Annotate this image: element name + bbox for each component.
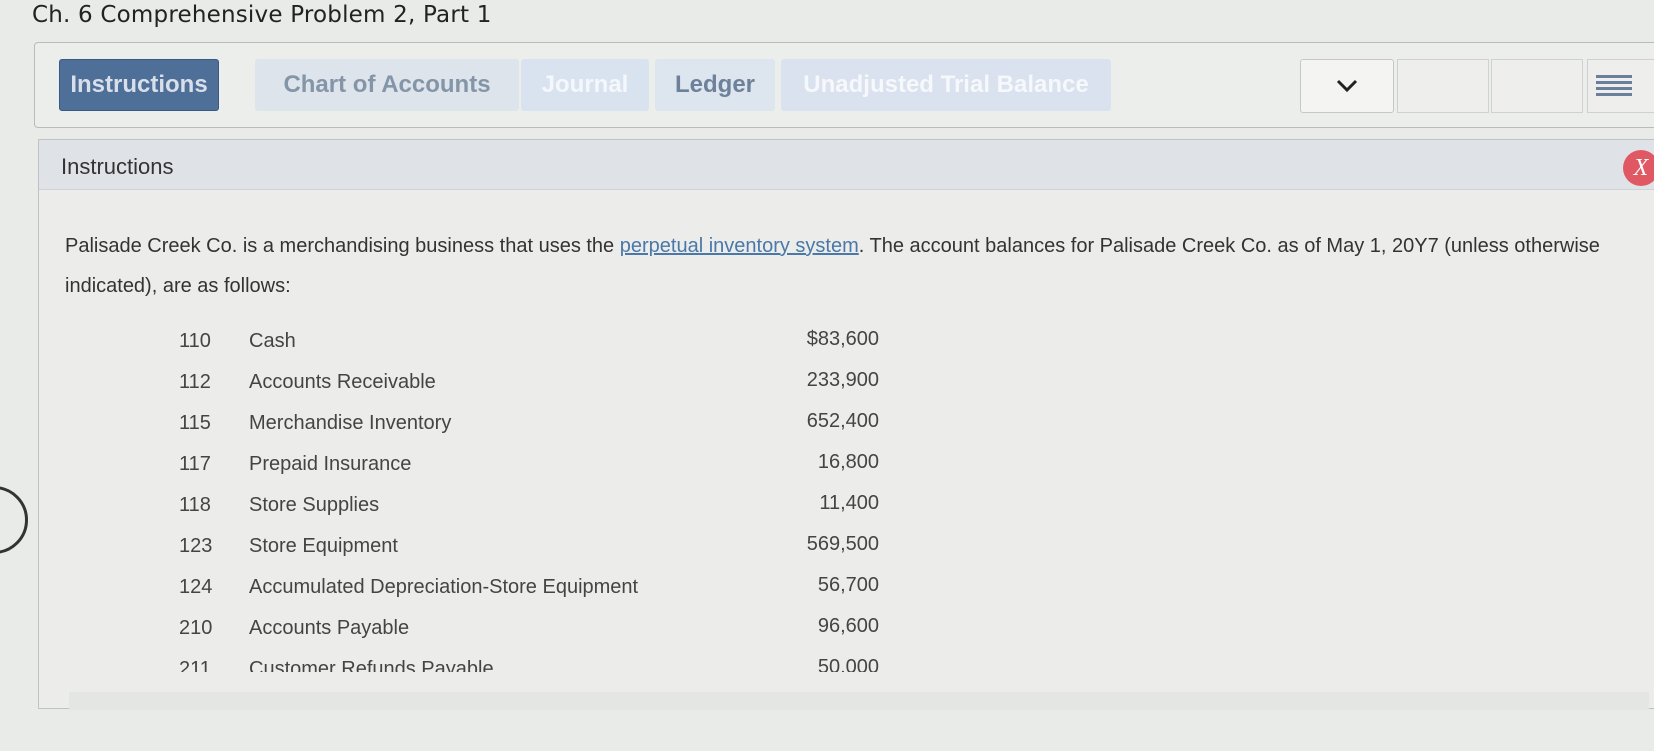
account-number: 112 [179,371,211,393]
page-title: Ch. 6 Comprehensive Problem 2, Part 1 [32,2,492,28]
menu-button[interactable] [1587,59,1654,113]
account-name: Store Equipment [249,535,398,557]
account-name: Accounts Receivable [249,371,436,393]
account-name: Prepaid Insurance [249,453,412,475]
toolbar-button-1[interactable] [1397,59,1489,113]
tab-unadjusted-trial-balance[interactable]: Unadjusted Trial Balance [781,59,1111,111]
list-item: 123 Store Equipment 569,500 [179,527,879,568]
intro-text-before: Palisade Creek Co. is a merchandising bu… [65,235,620,257]
account-amount: 96,600 [817,615,879,637]
list-item: 211 Customer Refunds Payable 50,000 [179,650,879,672]
account-number: 211 [179,658,211,672]
account-amount: 569,500 [806,533,879,555]
list-item: 124 Accumulated Depreciation-Store Equip… [179,568,879,609]
account-amount: 11,400 [819,492,879,514]
panel-title: Instructions [61,154,174,179]
account-amount: 56,700 [817,574,879,596]
list-item: 117 Prepaid Insurance 16,800 [179,445,879,486]
tab-chart-of-accounts[interactable]: Chart of Accounts [255,59,519,111]
list-item: 115 Merchandise Inventory 652,400 [179,404,879,445]
instructions-panel: Instructions X Palisade Creek Co. is a m… [38,139,1654,710]
list-item: 112 Accounts Receivable 233,900 [179,363,879,404]
tab-ledger[interactable]: Ledger [655,59,775,111]
close-icon[interactable]: X [1623,150,1654,186]
tab-instructions[interactable]: Instructions [59,59,219,111]
account-name: Accumulated Depreciation-Store Equipment [249,576,639,598]
account-number: 123 [179,535,213,557]
account-number: 110 [179,330,211,352]
account-amount: 16,800 [817,451,879,473]
account-name: Customer Refunds Payable [249,658,494,672]
accounts-list: 110 Cash $83,600 112 Accounts Receivable… [179,322,879,672]
account-number: 124 [179,576,213,598]
account-amount: 50,000 [817,656,879,672]
account-name: Store Supplies [249,494,380,516]
tab-dropdown-button[interactable] [1300,59,1394,113]
tab-bar: Instructions Chart of Accounts Journal L… [34,42,1654,128]
account-amount: 233,900 [806,369,879,391]
account-number: 210 [179,617,213,639]
toolbar-button-2[interactable] [1491,59,1583,113]
intro-paragraph: Palisade Creek Co. is a merchandising bu… [65,226,1654,306]
tab-journal[interactable]: Journal [521,59,649,111]
side-circle-decoration [0,486,28,554]
list-item: 110 Cash $83,600 [179,322,879,363]
account-amount: 652,400 [806,410,879,432]
account-name: Merchandise Inventory [249,412,452,434]
hamburger-icon [1596,75,1632,96]
account-name: Cash [249,330,296,352]
chevron-down-icon [1336,79,1358,93]
account-name: Accounts Payable [249,617,410,639]
panel-scroll-edge [69,692,1649,710]
account-number: 115 [179,412,211,434]
list-item: 210 Accounts Payable 96,600 [179,609,879,650]
account-amount: $83,600 [806,328,879,350]
list-item: 118 Store Supplies 11,400 [179,486,879,527]
account-number: 117 [179,453,211,475]
perpetual-inventory-link[interactable]: perpetual inventory system [620,235,859,257]
panel-header: Instructions X [39,140,1654,190]
account-number: 118 [179,494,211,516]
